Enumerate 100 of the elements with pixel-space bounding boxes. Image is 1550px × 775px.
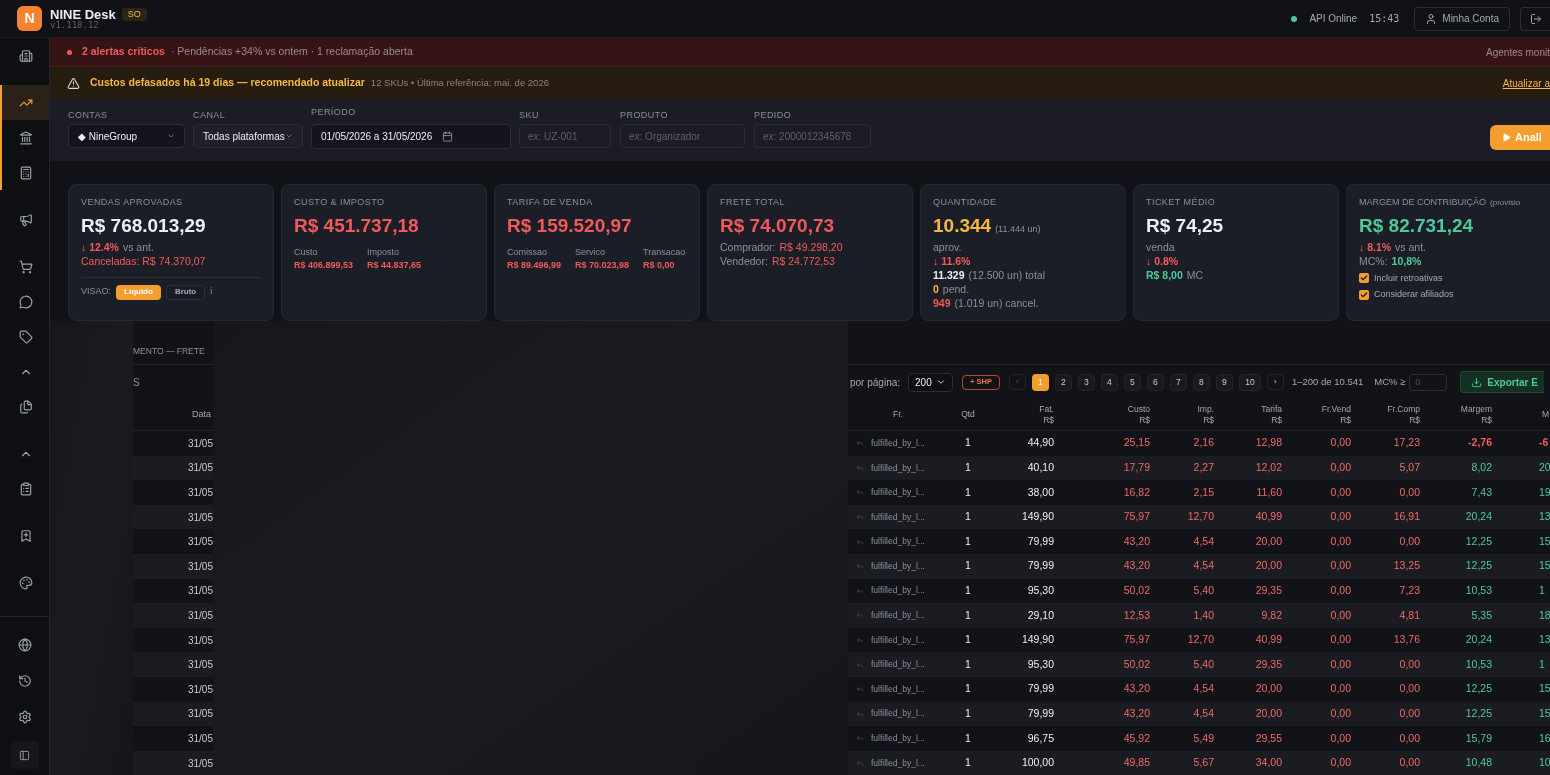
table-cell-text: 12,25	[1465, 533, 1492, 549]
building-icon	[18, 48, 33, 63]
account-button[interactable]: Minha Conta	[1414, 6, 1510, 31]
card-sub-label: Transacao	[643, 245, 686, 259]
table-cell-text: 0,00	[1330, 681, 1351, 697]
checkbox-label: Considerar afiliados	[1374, 288, 1454, 301]
card-sub-label: Imposto	[367, 245, 401, 259]
card-text: ↓ 0.8%	[1146, 254, 1179, 268]
view-toggle[interactable]: Bruto	[165, 284, 206, 300]
megaphone-icon	[18, 212, 33, 227]
page-button[interactable]: 3	[1077, 373, 1095, 391]
table-cell-text: 16	[1539, 730, 1550, 746]
card-text: 11.329	[933, 268, 965, 282]
table-cell-text: 1	[965, 705, 971, 721]
table-cell-text: 15	[1539, 681, 1550, 697]
column-header[interactable]: Fat. R$	[998, 403, 1060, 426]
card-title: QUANTIDADE	[933, 196, 997, 209]
table-cell: fulfilled_by_l...	[871, 633, 925, 647]
card-sub-value: R$ 44.837,65	[367, 258, 422, 272]
page-button[interactable]: 5	[1123, 373, 1141, 391]
page-range: 1–200 de 10.541	[1291, 374, 1364, 389]
download-icon	[1471, 376, 1483, 388]
card-title: FRETE TOTAL	[720, 196, 785, 209]
column-header[interactable]: Margem R$	[1426, 403, 1498, 426]
card-text: (12.500 un) total	[968, 268, 1045, 282]
filter-select[interactable]: ◆ NineGroup	[68, 124, 185, 148]
column-header[interactable]: Fr.Vend R$	[1288, 403, 1357, 426]
table-cell: fulfilled_by_l...	[871, 732, 925, 745]
clipboard-icon	[18, 481, 33, 496]
column-header[interactable]: Imp. R$	[1156, 403, 1220, 426]
table-cell-text: 50,02	[1123, 583, 1150, 598]
table-cell-text: 1	[965, 607, 971, 623]
card-text: venda	[1146, 240, 1175, 254]
card-text: Canceladas: R$ 74.370,07	[81, 254, 206, 268]
table-cell-text: 29,35	[1255, 656, 1282, 672]
return-icon	[856, 759, 864, 767]
table-cell-text: 0,00	[1330, 607, 1351, 623]
table-cell-text: 31/05	[187, 486, 213, 500]
logout-button[interactable]	[1520, 6, 1550, 31]
alert-note: Agentes monit	[1486, 45, 1550, 60]
table-cell-text: 1	[965, 656, 971, 672]
column-header[interactable]: Custo R$	[1060, 403, 1156, 426]
return-icon	[856, 685, 864, 694]
table-cell-text: 0,00	[1330, 583, 1351, 598]
return-icon	[856, 463, 864, 472]
page-button[interactable]: 6	[1146, 373, 1164, 391]
column-header[interactable]: Data	[192, 407, 211, 422]
date-range-field[interactable]: 01/05/2026 a 31/05/2026	[311, 124, 511, 149]
card-text: R$ 8,00	[1146, 268, 1183, 282]
table-cell-text: 31/05	[187, 436, 213, 451]
page-button[interactable]: 10	[1238, 373, 1261, 391]
filter-input[interactable]: ex: 2000012345678	[754, 124, 871, 148]
table-cell-text: 79,99	[1027, 681, 1054, 697]
page-button[interactable]: 9	[1215, 373, 1233, 391]
table-cell: 10	[1539, 755, 1550, 771]
table-cell-text: 31/05	[187, 584, 213, 599]
collapse-sidebar-button[interactable]	[10, 741, 39, 769]
filter-input[interactable]: ex: UZ-001	[519, 124, 611, 148]
checkbox[interactable]	[1359, 273, 1369, 284]
next-page-button[interactable]: ›	[1266, 374, 1284, 390]
table-cell-text: 0,00	[1330, 435, 1351, 451]
table-cell: 49,85	[1123, 755, 1150, 771]
export-button[interactable]: Exportar E	[1460, 371, 1544, 393]
update-link[interactable]: Atualizar a	[1502, 75, 1550, 91]
page-button[interactable]: 8	[1192, 373, 1210, 391]
table-cell-text: 1	[965, 435, 971, 451]
table-cell-text: 1	[965, 730, 971, 746]
table-cell-text: 31/05	[187, 461, 213, 476]
bank-icon	[18, 130, 33, 145]
alert-detail: · Pendências +34% vs ontem · 1 reclamação aberta	[170, 44, 413, 60]
table-cell: 20,24	[1465, 632, 1492, 648]
column-header[interactable]: Fr.	[848, 409, 938, 420]
table-cell-text: 0,00	[1330, 656, 1351, 672]
filter-label: PERÍODO	[311, 106, 357, 119]
card-text: aprov.	[933, 240, 962, 254]
card-text: ↓ 12.4%	[81, 240, 119, 254]
card-sub-value: R$ 89.496,99	[507, 258, 562, 272]
table-cell-text: 96,75	[1027, 730, 1054, 746]
table-cell-text: 12,25	[1465, 558, 1492, 574]
page-button[interactable]: 2	[1054, 373, 1072, 391]
filter-select[interactable]: Todas plataformas	[193, 124, 303, 148]
checkbox[interactable]	[1359, 289, 1369, 300]
column-header[interactable]: Tarifa R$	[1220, 403, 1288, 426]
card-text: 10,8%	[1391, 254, 1422, 268]
page-button[interactable]: 7	[1169, 373, 1187, 391]
column-header[interactable]: M	[1498, 409, 1550, 420]
column-header[interactable]: Fr.Comp R$	[1357, 403, 1426, 426]
page-button[interactable]: 4	[1100, 373, 1118, 391]
card-sub-label: Custo	[294, 245, 319, 259]
table-cell-text: 31/05	[187, 731, 213, 746]
app-logo: N	[17, 6, 42, 31]
column-header[interactable]: Qtd	[938, 409, 998, 420]
info-icon[interactable]: i	[210, 285, 213, 299]
section-title: MENTO — FRETE	[133, 345, 205, 358]
filter-input[interactable]: ex: Organizador	[620, 124, 745, 148]
table-cell-text: 43,20	[1123, 681, 1150, 697]
table-cell-text: 15	[1539, 533, 1550, 549]
table-cell: fulfilled_by_l...	[871, 609, 925, 622]
table-cell-text: 45,92	[1123, 730, 1150, 746]
per-page-select[interactable]: 200	[908, 372, 954, 392]
